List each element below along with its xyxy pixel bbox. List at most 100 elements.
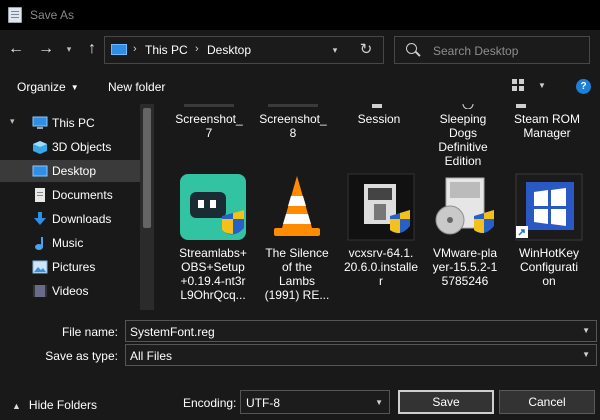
save-as-type-select[interactable]: All Files ▼	[125, 344, 597, 366]
help-button[interactable]: ?	[576, 79, 591, 94]
save-button[interactable]: Save	[398, 390, 494, 414]
search-icon	[406, 43, 417, 54]
organize-button[interactable]: Organize ▼	[17, 80, 79, 94]
shortcut-icon	[462, 104, 474, 110]
scrollbar-thumb[interactable]	[143, 108, 151, 228]
forward-button[interactable]: →	[36, 39, 56, 59]
navigation-bar: ← → ▾ ↑ › This PC › Desktop ▾ ↻ Search D…	[0, 30, 600, 70]
sidebar-item-label: Downloads	[52, 212, 112, 226]
computer-icon	[111, 44, 127, 55]
save-as-type-label: Save as type:	[45, 349, 118, 363]
file-item[interactable]: Session	[340, 104, 418, 126]
sidebar-item-label: This PC	[52, 116, 95, 130]
sidebar-item-label: Desktop	[52, 164, 97, 178]
download-icon	[32, 212, 47, 225]
file-name-label: File name:	[61, 325, 118, 339]
sidebar-item-desktop[interactable]: Desktop	[0, 160, 140, 182]
navigation-pane: ▾ This PC 3D Objects Desktop Documents D…	[0, 104, 154, 310]
video-icon	[32, 284, 47, 297]
file-name: vcxsrv-64.1. 20.6.0.installe r	[343, 246, 419, 288]
chevron-down-icon: ▼	[582, 350, 590, 359]
sidebar-item-3d-objects[interactable]: 3D Objects	[0, 136, 140, 158]
new-folder-button[interactable]: New folder	[108, 80, 165, 94]
installer-icon	[346, 172, 416, 242]
organize-label: Organize	[17, 80, 66, 94]
sidebar-item-label: Pictures	[52, 260, 96, 274]
file-name: Steam ROM Manager	[513, 112, 580, 140]
music-icon	[32, 236, 47, 250]
streamlabs-installer-icon	[178, 172, 248, 242]
breadcrumb-this-pc[interactable]: This PC	[145, 43, 188, 57]
sidebar-item-downloads[interactable]: Downloads	[0, 208, 140, 230]
file-name-field[interactable]: SystemFont.reg ▼	[125, 320, 597, 342]
file-item-vcxsrv[interactable]: vcxsrv-64.1. 20.6.0.installe r	[342, 172, 420, 310]
search-placeholder: Search Desktop	[433, 44, 519, 58]
view-options-button[interactable]	[512, 79, 528, 93]
file-name: Screenshot_ 7	[175, 112, 243, 140]
encoding-label: Encoding:	[183, 396, 237, 410]
image-file-icon	[268, 104, 318, 107]
sidebar-item-music[interactable]: Music	[0, 232, 140, 254]
file-item-vmware-player[interactable]: VMware-pla yer-15.5.2-1 5785246	[426, 172, 504, 310]
chevron-down-icon[interactable]: ▼	[538, 81, 546, 90]
sidebar-item-label: Documents	[52, 188, 113, 202]
breadcrumb-separator-icon: ›	[133, 43, 137, 55]
sidebar-item-label: Music	[52, 236, 84, 250]
file-item-silence-of-the-lambs[interactable]: The Silence of the Lambs (1991) RE...	[258, 172, 336, 310]
file-item-winhotkey[interactable]: WinHotKey Configurati on	[510, 172, 588, 310]
encoding-select[interactable]: UTF-8 ▼	[240, 390, 390, 414]
sidebar-item-videos[interactable]: Videos	[0, 280, 140, 302]
shortcut-icon	[516, 104, 526, 108]
document-icon	[32, 188, 47, 202]
chevron-down-icon[interactable]: ▾	[10, 116, 15, 127]
file-item[interactable]: Screenshot_ 8	[254, 104, 332, 140]
breadcrumb-separator-icon: ›	[195, 43, 199, 55]
sidebar-scrollbar[interactable]	[140, 104, 154, 310]
chevron-down-icon[interactable]: ▼	[582, 326, 590, 335]
breadcrumb-desktop[interactable]: Desktop	[207, 43, 251, 57]
chevron-down-icon: ▾	[66, 44, 72, 54]
sidebar-item-documents[interactable]: Documents	[0, 184, 140, 206]
chevron-down-icon: ▼	[70, 83, 79, 92]
file-name: VMware-pla yer-15.5.2-1 5785246	[432, 246, 498, 288]
chevron-up-icon: ▲	[12, 401, 21, 411]
vmware-installer-icon	[430, 172, 500, 242]
window-title: Save As	[30, 8, 75, 22]
cube-icon	[32, 140, 47, 154]
back-button[interactable]: ←	[6, 39, 26, 59]
save-form: File name: SystemFont.reg ▼ Save as type…	[0, 310, 600, 420]
sidebar-item-this-pc[interactable]: ▾ This PC	[0, 112, 140, 134]
hide-folders-button[interactable]: ▲ Hide Folders	[12, 398, 97, 412]
vlc-cone-icon	[262, 172, 332, 242]
title-bar: Save As	[0, 0, 600, 30]
image-file-icon	[184, 104, 234, 107]
refresh-button[interactable]: ↻	[352, 36, 380, 64]
picture-icon	[32, 260, 48, 274]
file-list: Screenshot_ 7 Screenshot_ 8 Session Slee…	[154, 104, 600, 310]
arrow-right-icon: →	[38, 40, 54, 57]
cancel-button[interactable]: Cancel	[499, 390, 595, 414]
sidebar-item-label: 3D Objects	[52, 140, 112, 154]
file-item-streamlabs[interactable]: Streamlabs+ OBS+Setup +0.19.4-nt3r L9Ohr…	[174, 172, 252, 310]
up-button[interactable]: ↑	[82, 39, 102, 59]
chevron-down-icon: ▼	[375, 398, 383, 407]
computer-icon	[32, 116, 48, 129]
hide-folders-label: Hide Folders	[28, 398, 97, 412]
chevron-down-icon: ▾	[332, 45, 338, 55]
save-as-type-value: All Files	[130, 349, 173, 363]
recent-locations-button[interactable]: ▾	[62, 39, 76, 59]
search-input[interactable]: Search Desktop	[394, 36, 590, 64]
encoding-value: UTF-8	[246, 396, 280, 410]
file-name: Streamlabs+ OBS+Setup +0.19.4-nt3r L9Ohr…	[179, 246, 247, 302]
command-bar: Organize ▼ New folder ▼ ?	[0, 70, 600, 104]
sidebar-item-pictures[interactable]: Pictures	[0, 256, 140, 278]
file-name: Session	[357, 112, 401, 126]
refresh-icon: ↻	[359, 41, 373, 58]
address-history-button[interactable]: ▾	[324, 36, 346, 64]
file-item[interactable]: Screenshot_ 7	[170, 104, 248, 140]
file-item[interactable]: Sleeping Dogs Definitive Edition	[424, 104, 502, 168]
file-item[interactable]: Steam ROM Manager	[508, 104, 586, 140]
file-name: Sleeping Dogs Definitive Edition	[438, 112, 488, 168]
sidebar-item-label: Videos	[52, 284, 89, 298]
file-name-value: SystemFont.reg	[130, 325, 215, 339]
